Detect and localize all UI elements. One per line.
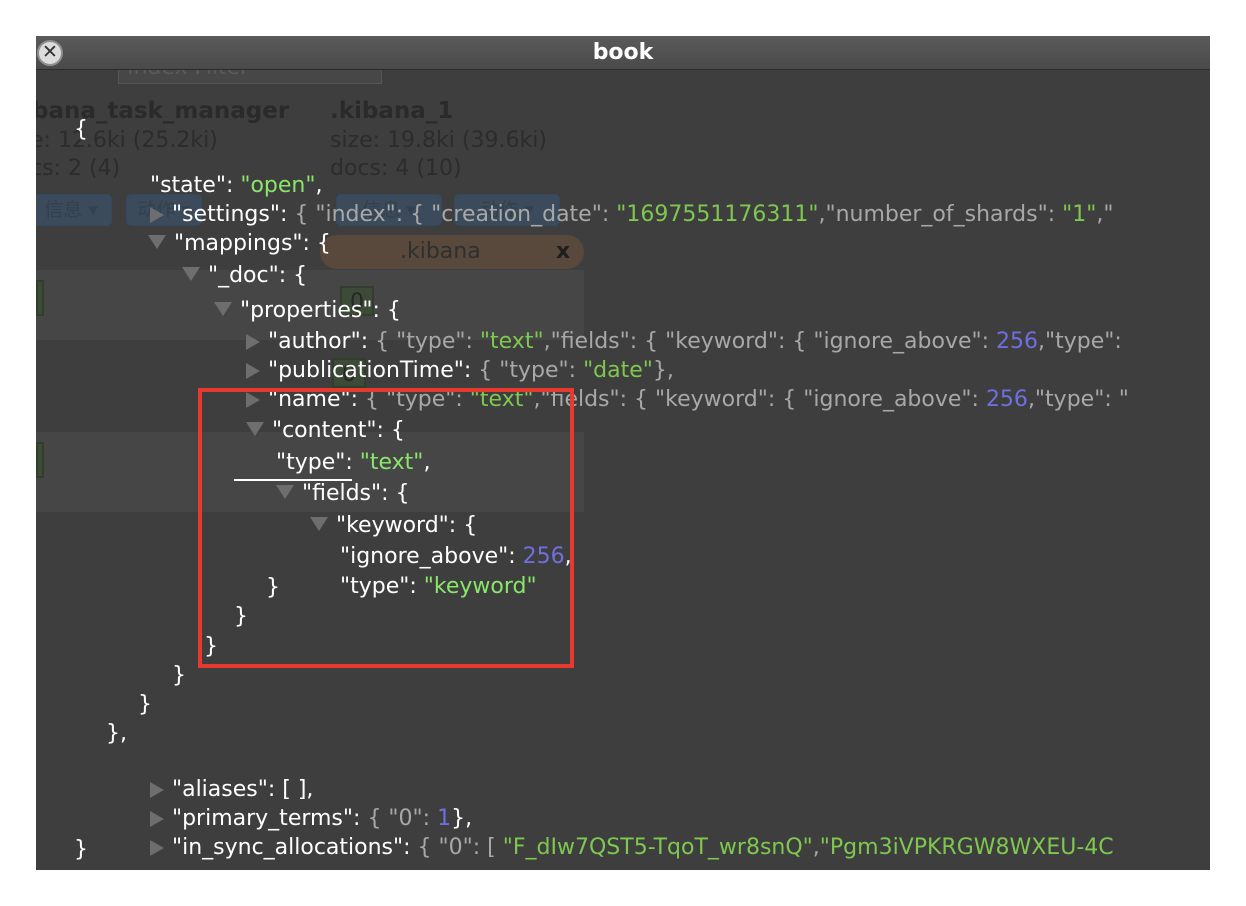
author-preview-3: ,"type": <box>1038 329 1129 354</box>
key-in-sync: "in_sync_allocations" <box>171 835 404 860</box>
value-allocation-2: "Pgm3iVPKRGW8WXEU-4C <box>819 835 1114 860</box>
json-viewport: { "state": "open", "settings": { "index"… <box>36 36 1190 870</box>
json-close-root: } <box>74 837 88 862</box>
value-name-ignore: 256 <box>985 387 1028 412</box>
json-close-doc: } <box>138 692 152 717</box>
sep: : <box>403 835 418 860</box>
settings-preview-2: ,"number_of_shards": <box>818 202 1063 227</box>
name-preview-3: ,"type": " <box>1027 387 1129 412</box>
json-in-sync-line[interactable]: "in_sync_allocations": { "0": [ "F_dIw7Q… <box>108 806 1114 870</box>
value-shards: "1" <box>1062 202 1097 227</box>
json-open-brace: { <box>74 117 88 142</box>
value-creation-date: "1697551176311" <box>616 202 819 227</box>
window-title: book <box>592 40 654 65</box>
settings-preview-3: ," <box>1096 202 1114 227</box>
json-tree: { "state": "open", "settings": { "index"… <box>36 36 1190 870</box>
title-bar: ✕ book <box>36 36 1210 70</box>
value-author-ignore: 256 <box>996 329 1039 354</box>
value-allocation-1: "F_dIw7QST5-TqoT_wr8snQ" <box>502 835 813 860</box>
settings-preview-1: { "index": { "creation_date": <box>294 202 617 227</box>
name-preview-2: ,"fields": { "keyword": { "ignore_above"… <box>533 387 986 412</box>
expand-triangle-icon[interactable] <box>149 840 164 856</box>
json-close-properties: } <box>172 663 186 688</box>
content-highlight-box <box>198 388 574 668</box>
in-sync-preview-2: , <box>812 835 820 860</box>
modal-window: Index Filter bana_task_manager e: 12.6ki… <box>36 36 1210 870</box>
in-sync-preview-1: { "0": [ <box>417 835 503 860</box>
json-close-mappings: }, <box>106 721 127 746</box>
